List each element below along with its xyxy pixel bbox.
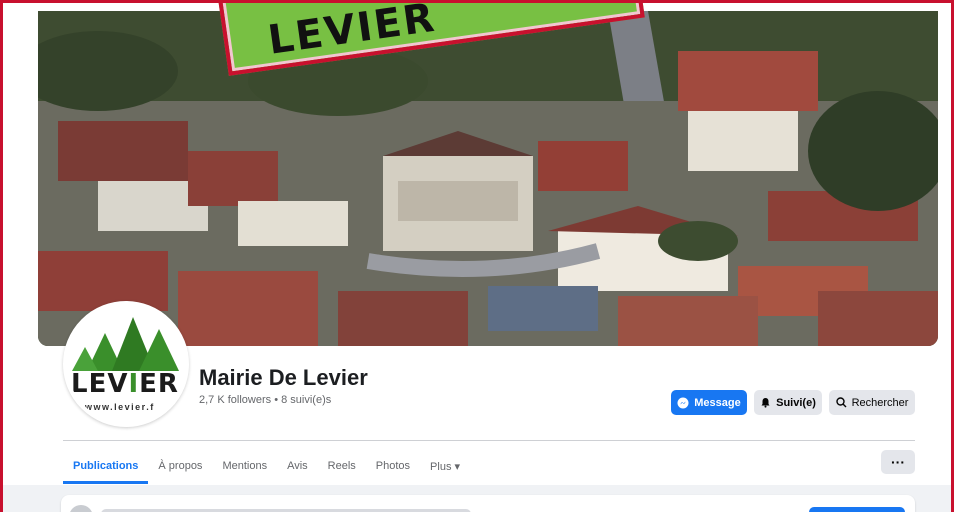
search-icon bbox=[835, 397, 847, 408]
composer-avatar bbox=[69, 505, 93, 512]
more-options-button[interactable]: ··· bbox=[881, 450, 915, 474]
messenger-icon bbox=[677, 397, 689, 408]
tab-reels[interactable]: Reels bbox=[318, 448, 366, 484]
message-button-label: Message bbox=[694, 396, 741, 409]
page-title: Mairie De Levier bbox=[199, 365, 368, 390]
tab-publications[interactable]: Publications bbox=[63, 448, 149, 484]
pine-trees-logo-icon bbox=[72, 317, 179, 371]
tab-photos[interactable]: Photos bbox=[366, 448, 420, 484]
search-button-label: Rechercher bbox=[851, 396, 909, 409]
tab-mentions[interactable]: Mentions bbox=[212, 448, 277, 484]
post-composer[interactable] bbox=[61, 495, 915, 512]
bell-icon bbox=[761, 398, 770, 408]
composer-action-button[interactable] bbox=[809, 507, 905, 512]
logo-url: www.levier.f bbox=[85, 402, 155, 412]
page-frame: LEVIER LEVIER www.levier.f Mairie De Lev… bbox=[0, 0, 954, 512]
follow-button-label: Suivi(e) bbox=[776, 396, 816, 409]
tab-avis[interactable]: Avis bbox=[277, 448, 318, 484]
cover-photo[interactable] bbox=[38, 11, 938, 346]
logo-wordmark: LEVIER bbox=[71, 369, 179, 399]
profile-tabs: Publications À propos Mentions Avis Reel… bbox=[63, 448, 470, 484]
search-button[interactable]: Rechercher bbox=[829, 390, 915, 415]
profile-avatar[interactable]: LEVIER www.levier.f bbox=[63, 301, 189, 427]
header-divider bbox=[63, 440, 915, 441]
followers-count[interactable]: 2,7 K followers • 8 suivi(e)s bbox=[199, 394, 331, 406]
tab-plus[interactable]: Plus ▾ bbox=[420, 448, 470, 484]
message-button[interactable]: Message bbox=[671, 390, 747, 415]
village-aerial-image bbox=[38, 11, 938, 346]
follow-button[interactable]: Suivi(e) bbox=[754, 390, 822, 415]
tab-a-propos[interactable]: À propos bbox=[148, 448, 212, 484]
